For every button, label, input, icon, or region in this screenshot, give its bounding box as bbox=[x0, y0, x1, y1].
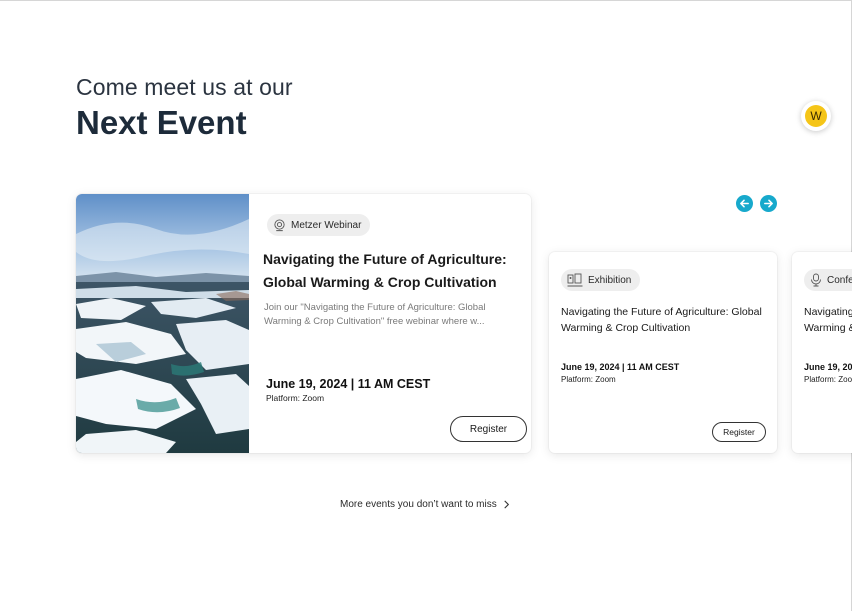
featured-event-card[interactable]: Metzer Webinar Navigating the Future of … bbox=[76, 194, 531, 453]
chevron-right-icon bbox=[504, 500, 509, 509]
event-type-tag: Exhibition bbox=[561, 269, 641, 291]
event-platform: Platform: Zoom bbox=[561, 375, 616, 384]
event-title[interactable]: Navigating the Future of Agriculture: Gl… bbox=[263, 248, 518, 294]
event-type-tag: Metzer Webinar bbox=[267, 214, 371, 236]
avatar-initial: W bbox=[805, 105, 827, 127]
event-card[interactable]: Exhibition Navigating the Future of Agri… bbox=[549, 252, 777, 453]
register-button[interactable]: Register bbox=[712, 422, 766, 442]
arrow-left-icon bbox=[740, 199, 749, 208]
carousel-next-button[interactable] bbox=[760, 195, 777, 212]
event-type-label: Exhibition bbox=[588, 274, 632, 286]
exhibition-icon bbox=[567, 273, 583, 287]
more-events-label: More events you don’t want to miss bbox=[340, 499, 497, 510]
event-platform: Platform: Zoom bbox=[804, 375, 852, 384]
event-date: June 19, 2024 | 11 AM CEST bbox=[804, 362, 852, 372]
avatar[interactable]: W bbox=[801, 101, 831, 131]
carousel-prev-button[interactable] bbox=[736, 195, 753, 212]
event-date: June 19, 2024 | 11 AM CEST bbox=[266, 377, 431, 391]
event-type-label: Conference bbox=[827, 274, 852, 286]
event-platform: Platform: Zoom bbox=[266, 393, 325, 403]
featured-event-body: Metzer Webinar Navigating the Future of … bbox=[249, 194, 531, 453]
event-date: June 19, 2024 | 11 AM CEST bbox=[561, 362, 680, 372]
event-title[interactable]: Navigating the Future of Agriculture: Gl… bbox=[804, 304, 852, 336]
section-subtitle: Come meet us at our bbox=[76, 74, 293, 100]
microphone-icon bbox=[811, 273, 821, 287]
section-title: Next Event bbox=[76, 104, 247, 141]
arrow-right-icon bbox=[764, 199, 773, 208]
event-title[interactable]: Navigating the Future of Agriculture: Gl… bbox=[561, 304, 771, 336]
event-description: Join our "Navigating the Future of Agric… bbox=[264, 302, 486, 327]
event-type-tag: Conference bbox=[804, 269, 852, 291]
event-image-icebergs bbox=[76, 194, 249, 453]
webcam-icon bbox=[274, 218, 285, 231]
carousel-nav bbox=[736, 195, 777, 212]
more-events-link[interactable]: More events you don’t want to miss bbox=[340, 499, 510, 510]
event-card[interactable]: Conference Navigating the Future of Agri… bbox=[792, 252, 852, 453]
event-type-label: Metzer Webinar bbox=[291, 219, 362, 231]
register-button[interactable]: Register bbox=[450, 416, 527, 442]
